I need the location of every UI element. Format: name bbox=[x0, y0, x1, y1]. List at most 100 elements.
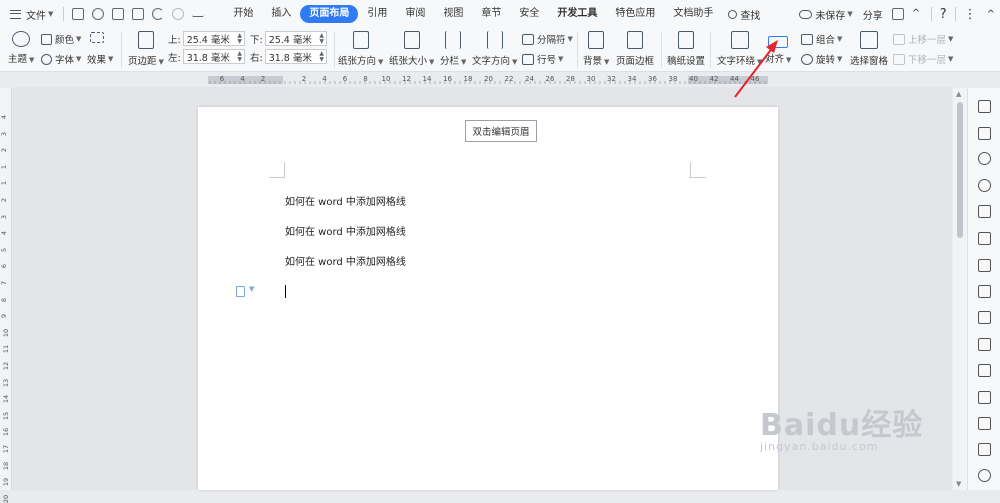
theme-label: 主题 bbox=[8, 54, 28, 65]
paper-size-button[interactable]: 纸张大小 ▼ bbox=[389, 31, 434, 67]
translate-icon[interactable] bbox=[978, 391, 991, 404]
margins-button[interactable]: 页边距 ▼ bbox=[128, 31, 164, 67]
tab-special-apps[interactable]: 特色应用 bbox=[606, 5, 664, 23]
ribbon: 主题 ▼ 颜色 ▼ 字体 ▼ 效果 ▼ 页边距 ▼ 上: 25.4 毫米 ▲ ▼ 左: 31.… bbox=[0, 28, 1000, 72]
group-button[interactable]: 组合 ▼ bbox=[801, 32, 842, 46]
tab-insert[interactable]: 插入 bbox=[262, 5, 300, 23]
print-icon[interactable] bbox=[112, 8, 125, 20]
vertical-scrollbar[interactable]: ▲ ▼ bbox=[953, 88, 967, 490]
edit-icon[interactable] bbox=[978, 100, 991, 113]
settings-sliders-icon[interactable] bbox=[978, 311, 991, 324]
table-icon[interactable] bbox=[978, 232, 991, 245]
collapse-button[interactable]: ^ bbox=[987, 9, 995, 20]
scroll-down-icon[interactable]: ▼ bbox=[956, 480, 961, 488]
shapes-icon[interactable] bbox=[978, 179, 991, 192]
tab-security[interactable]: 安全 bbox=[510, 5, 548, 23]
rotate-button[interactable]: 旋转 ▼ bbox=[801, 52, 842, 66]
breaks-button[interactable]: 分隔符 ▼ bbox=[522, 32, 573, 46]
bottom-margin-field[interactable]: 下: 25.4 毫米 ▲ ▼ bbox=[250, 31, 327, 46]
right-margin-field[interactable]: 右: 31.8 毫米 ▲ ▼ bbox=[250, 49, 327, 64]
draft-paper-settings-button[interactable]: 稿纸设置 bbox=[667, 31, 705, 67]
chevron-down-icon[interactable]: ▼ bbox=[249, 285, 254, 293]
theme-button[interactable]: 主题 ▼ bbox=[8, 31, 34, 65]
ruler-number: 22 bbox=[504, 75, 514, 83]
page-borders-button[interactable]: 页面边框 bbox=[616, 31, 654, 67]
search-tab[interactable]: 查找 bbox=[722, 7, 766, 22]
tab-home[interactable]: 开始 bbox=[224, 5, 262, 23]
image-icon[interactable] bbox=[978, 443, 991, 456]
margins-label: 页边距 bbox=[128, 56, 157, 67]
spinner-arrows-icon[interactable]: ▲ ▼ bbox=[236, 50, 244, 63]
document-line[interactable]: 如何在 word 中添加网格线 bbox=[285, 253, 406, 268]
ruler-number: 2 bbox=[260, 75, 266, 83]
undo-icon[interactable] bbox=[152, 8, 165, 20]
text-wrap-button[interactable]: 文字环绕 ▼ bbox=[717, 31, 762, 67]
tab-references[interactable]: 引用 bbox=[358, 5, 396, 23]
document-line[interactable]: 如何在 word 中添加网格线 bbox=[285, 223, 406, 238]
shield-icon[interactable] bbox=[978, 469, 991, 482]
file-menu[interactable]: 文件 ▼ bbox=[0, 0, 59, 28]
left-margin-field[interactable]: 左: 31.8 毫米 ▲ ▼ bbox=[168, 49, 245, 64]
highlighter-icon[interactable] bbox=[978, 205, 991, 218]
save-icon[interactable] bbox=[72, 8, 85, 20]
fonts-button[interactable]: 字体 ▼ bbox=[41, 52, 81, 66]
chart-icon[interactable] bbox=[978, 285, 991, 298]
top-margin-field[interactable]: 上: 25.4 毫米 ▲ ▼ bbox=[168, 31, 245, 46]
tab-developer[interactable]: 开发工具 bbox=[548, 5, 606, 23]
chevron-down-icon: ▼ bbox=[512, 58, 518, 66]
vertical-ruler-number: 19 bbox=[2, 478, 11, 487]
share-out-icon[interactable] bbox=[978, 364, 991, 377]
comment-icon[interactable] bbox=[891, 8, 904, 20]
effects-button[interactable]: 效果 ▼ bbox=[87, 52, 113, 66]
send-backward-button[interactable]: 下移一层 ▼ bbox=[893, 52, 953, 66]
tab-doc-assistant[interactable]: 文档助手 bbox=[664, 5, 722, 23]
pointer-icon[interactable] bbox=[978, 127, 991, 140]
group-icon bbox=[801, 33, 813, 45]
colors-button[interactable]: 颜色 ▼ bbox=[41, 32, 81, 46]
background-button[interactable]: 背景 ▼ bbox=[583, 31, 609, 67]
location-icon[interactable] bbox=[978, 152, 991, 165]
document-search-icon[interactable] bbox=[978, 338, 991, 351]
chevron-down-icon: ▼ bbox=[757, 58, 763, 66]
orientation-button[interactable]: 纸张方向 ▼ bbox=[338, 31, 383, 67]
tab-page-layout[interactable]: 页面布局 bbox=[300, 5, 359, 23]
line-numbers-button[interactable]: 行号 ▼ bbox=[522, 52, 563, 66]
collapse-ribbon-icon[interactable]: ^ bbox=[912, 8, 924, 20]
tab-view[interactable]: 视图 bbox=[434, 5, 472, 23]
chevron-down-icon: ▼ bbox=[948, 55, 954, 63]
tab-review[interactable]: 审阅 bbox=[396, 5, 434, 23]
bring-forward-button[interactable]: 上移一层 ▼ bbox=[893, 32, 953, 46]
horizontal-ruler[interactable]: 6 4 2 2 4 6 8 10 12 14 16 18 20 22 24 26 28 30 32 34 36 38 40 4… bbox=[198, 73, 776, 87]
edit-header-button[interactable]: 双击编辑页眉 bbox=[465, 120, 537, 142]
archive-icon[interactable] bbox=[978, 417, 991, 430]
vertical-ruler-number: 3 bbox=[0, 131, 9, 136]
help-button[interactable]: ? bbox=[940, 7, 947, 22]
spinner-arrows-icon[interactable]: ▲ ▼ bbox=[318, 50, 326, 63]
page-background-swatch[interactable] bbox=[90, 32, 107, 43]
customize-quick-access-icon[interactable] bbox=[192, 11, 205, 17]
format-painter-icon[interactable] bbox=[92, 8, 105, 20]
document-line[interactable]: 如何在 word 中添加网格线 bbox=[285, 193, 406, 208]
vertical-ruler[interactable]: 4 3 2 1 1 2 3 4 5 6 7 8 9 10 11 12 13 14 15 16 17 18 19 20 bbox=[0, 88, 12, 503]
tab-chapter[interactable]: 章节 bbox=[472, 5, 510, 23]
divider bbox=[954, 7, 956, 21]
columns-button[interactable]: 分栏 ▼ bbox=[440, 31, 466, 67]
share-button[interactable]: 分享 bbox=[863, 7, 883, 22]
background-label: 背景 bbox=[583, 56, 603, 67]
paragraph-icon[interactable] bbox=[236, 286, 245, 297]
scroll-thumb[interactable] bbox=[957, 102, 963, 238]
scroll-up-icon[interactable]: ▲ bbox=[956, 90, 961, 98]
unsaved-status[interactable]: 未保存 ▼ bbox=[799, 7, 853, 22]
spinner-arrows-icon[interactable]: ▲ ▼ bbox=[236, 32, 244, 45]
align-button[interactable]: 对齐 ▼ bbox=[765, 31, 791, 65]
print-preview-icon[interactable] bbox=[132, 8, 145, 20]
spinner-arrows-icon[interactable]: ▲ ▼ bbox=[318, 32, 326, 45]
vertical-ruler-number: 3 bbox=[0, 214, 9, 219]
selection-pane-button[interactable]: 选择窗格 bbox=[850, 31, 888, 67]
layout-icon[interactable] bbox=[978, 259, 991, 272]
text-direction-button[interactable]: 文字方向 ▼ bbox=[472, 31, 517, 67]
more-button[interactable]: ⋮ bbox=[964, 7, 977, 22]
background-icon bbox=[588, 31, 605, 49]
ribbon-tabs: 开始 插入 页面布局 引用 审阅 视图 章节 安全 开发工具 特色应用 文档助手… bbox=[224, 0, 766, 28]
redo-icon[interactable] bbox=[172, 8, 185, 20]
